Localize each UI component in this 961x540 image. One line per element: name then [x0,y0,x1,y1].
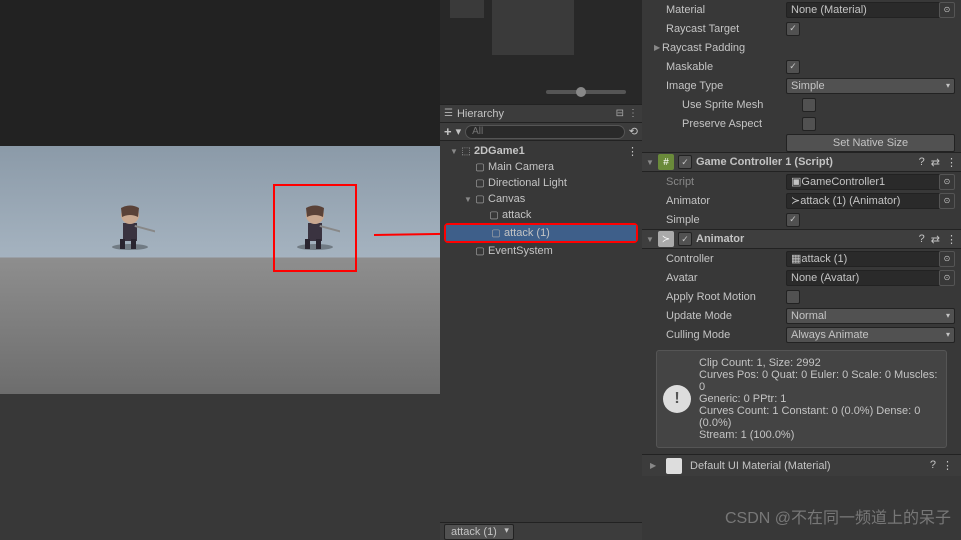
selection-highlight [273,184,357,272]
preview-slider[interactable] [546,90,626,94]
material-field[interactable]: None (Material)⊙ [786,2,955,18]
image-type-dropdown[interactable]: Simple [786,78,955,94]
help-icon[interactable]: ? [919,233,925,246]
gameobject-icon: ▢ [474,245,486,257]
material-swatch-icon [666,458,682,474]
apply-root-checkbox[interactable] [786,290,800,304]
animator-info-box: ! Clip Count: 1, Size: 2992 Curves Pos: … [656,350,947,448]
scene-top-empty [0,0,440,146]
object-picker-icon: ⊙ [939,174,955,190]
create-button[interactable]: + [444,124,452,139]
animator-header[interactable]: ▼ ≻ Animator ?⇄⋮ [642,229,961,249]
unity-icon: ⬚ [460,145,472,157]
component-enable-checkbox[interactable] [678,232,692,246]
script-icon: # [658,154,674,170]
raycast-target-checkbox[interactable] [786,22,800,36]
prop-label: Image Type [666,80,786,92]
gameobject-icon: ▢ [474,161,486,173]
avatar-field[interactable]: None (Avatar)⊙ [786,270,955,286]
prop-label: Material [666,4,786,16]
menu-icon[interactable]: ⋮ [628,108,638,119]
animator-field[interactable]: ≻ attack (1) (Animator)⊙ [786,193,955,209]
culling-mode-dropdown[interactable]: Always Animate [786,327,955,343]
tree-item[interactable]: ▼▢Canvas [440,191,642,207]
help-icon[interactable]: ? [919,156,925,169]
dropdown-icon[interactable]: ▾ [456,125,462,138]
gameobject-icon: ▢ [474,193,486,205]
animator-icon: ≻ [658,231,674,247]
menu-icon[interactable]: ⋮ [946,156,957,169]
prop-label: Raycast Target [666,23,786,35]
hierarchy-search[interactable] [465,125,625,139]
script-field: ▣ GameController1⊙ [786,174,955,190]
preset-icon[interactable]: ⇄ [931,156,940,169]
hierarchy-tree[interactable]: ▼ ⬚ 2DGame1 ⋮ ▢Main Camera ▢Directional … [440,141,642,261]
menu-icon[interactable]: ⋮ [946,233,957,246]
tree-item[interactable]: ▢Directional Light [440,175,642,191]
controller-field[interactable]: ▦ attack (1)⊙ [786,251,955,267]
prop-label: Raycast Padding [662,42,782,54]
character-sprite-1 [105,195,155,250]
tree-item[interactable]: ▢attack [440,207,642,223]
refresh-icon[interactable]: ⟲ [629,125,638,138]
scene-root[interactable]: ▼ ⬚ 2DGame1 ⋮ [440,143,642,159]
preset-icon[interactable]: ⇄ [931,233,940,246]
update-mode-dropdown[interactable]: Normal [786,308,955,324]
prop-label: Preserve Aspect [682,118,802,130]
simple-checkbox[interactable] [786,213,800,227]
prop-label: Use Sprite Mesh [682,99,802,111]
scene-menu-icon[interactable]: ⋮ [627,145,638,158]
maskable-checkbox[interactable] [786,60,800,74]
default-material-row[interactable]: ▶ Default UI Material (Material) ?⋮ [642,454,961,476]
tree-item[interactable]: ▢EventSystem [440,243,642,259]
asset-preview [440,0,642,105]
hierarchy-title: Hierarchy [457,108,612,120]
object-picker-icon[interactable]: ⊙ [939,193,955,209]
object-picker-icon[interactable]: ⊙ [939,270,955,286]
help-icon[interactable]: ? [930,459,936,472]
tree-item[interactable]: ▢Main Camera [440,159,642,175]
gameobject-icon: ▢ [490,227,502,239]
watermark: CSDN @不在同一频道上的呆子 [725,504,951,528]
scene-name: 2DGame1 [474,145,525,157]
hierarchy-header: ☰ Hierarchy ⊟ ⋮ [440,105,642,123]
object-picker-icon[interactable]: ⊙ [939,2,955,18]
prop-label: Maskable [666,61,786,73]
object-picker-icon[interactable]: ⊙ [939,251,955,267]
inspector-panel: MaterialNone (Material)⊙ Raycast Target … [642,0,961,540]
menu-icon[interactable]: ⋮ [942,459,953,472]
preserve-aspect-checkbox[interactable] [802,117,816,131]
component-enable-checkbox[interactable] [678,155,692,169]
tree-item-selected[interactable]: ▢attack (1) [446,225,636,241]
scene-view[interactable] [0,146,440,394]
game-controller-header[interactable]: ▼ # Game Controller 1 (Script) ?⇄⋮ [642,152,961,172]
hierarchy-icon: ☰ [444,108,453,119]
set-native-size-button[interactable]: Set Native Size [786,134,955,152]
gameobject-icon: ▢ [488,209,500,221]
bottom-dropdown[interactable]: attack (1) [444,524,514,540]
gameobject-icon: ▢ [474,177,486,189]
filter-icon[interactable]: ⊟ [616,108,624,119]
info-icon: ! [663,385,691,413]
sprite-mesh-checkbox[interactable] [802,98,816,112]
